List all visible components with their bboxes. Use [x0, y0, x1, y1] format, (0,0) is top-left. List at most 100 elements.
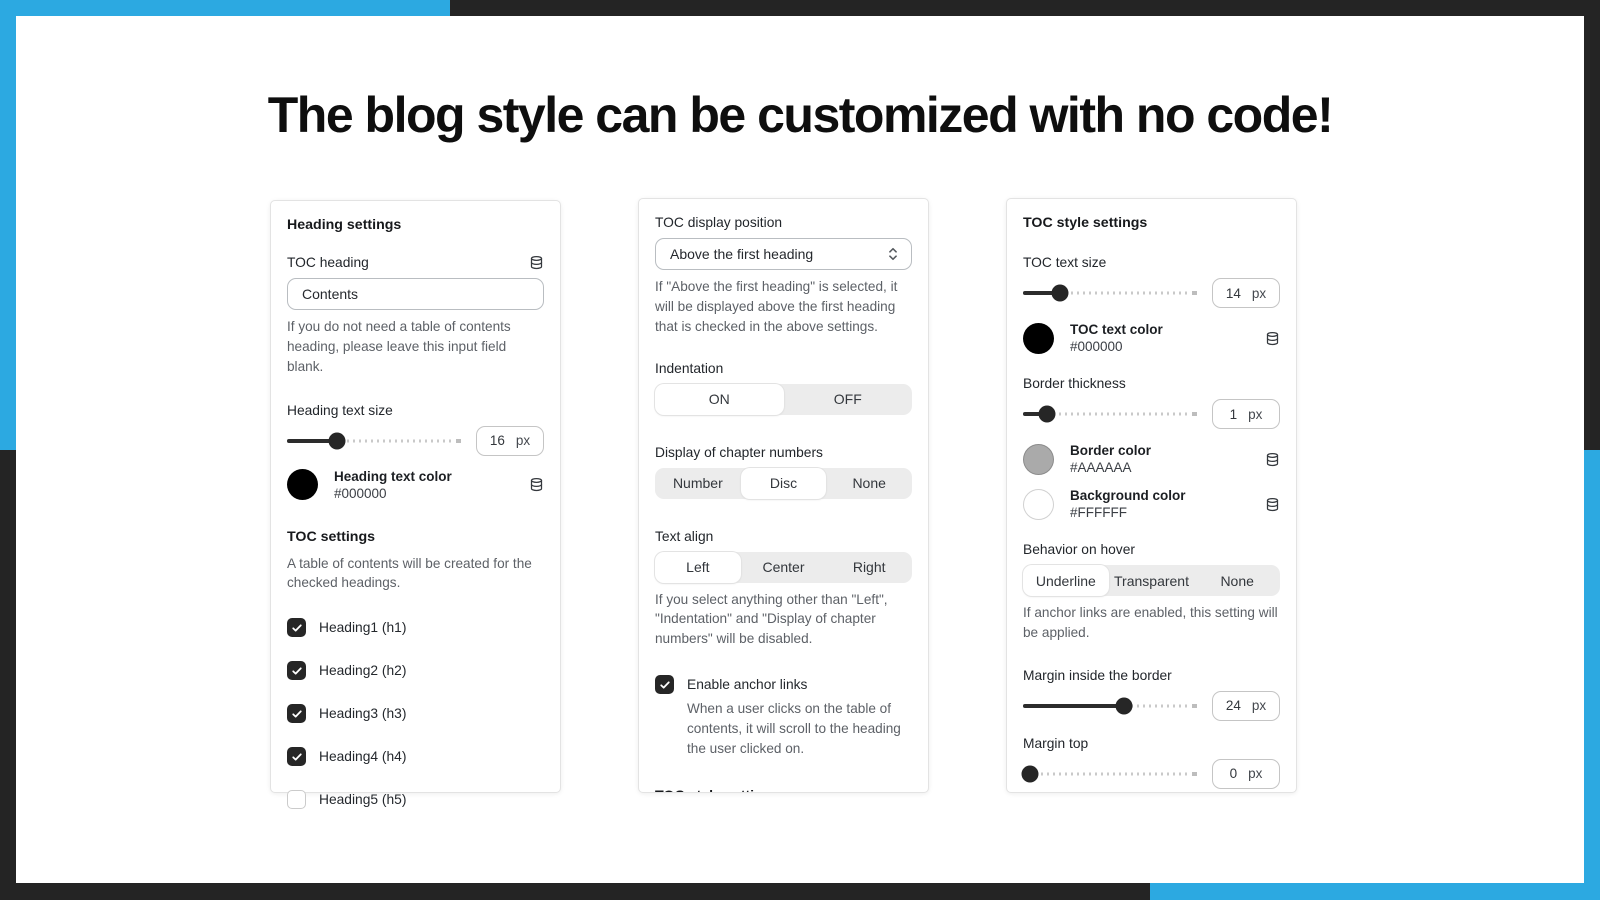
- indentation-label: Indentation: [655, 360, 724, 376]
- toc-style-card: TOC style settings TOC text size 14 px T…: [1006, 198, 1297, 793]
- frame-band-bottom-blue: [1150, 883, 1600, 900]
- segment-on[interactable]: ON: [655, 383, 784, 415]
- segment-underline[interactable]: Underline: [1023, 565, 1109, 596]
- heading-text-size-slider[interactable]: [287, 426, 461, 456]
- heading5-checkbox-row[interactable]: Heading5 (h5): [287, 790, 544, 810]
- checkbox[interactable]: [287, 747, 306, 767]
- toc-heading-help: If you do not need a table of contents h…: [287, 319, 511, 374]
- border-thickness-label: Border thickness: [1023, 376, 1126, 391]
- slider-thumb[interactable]: [1115, 697, 1133, 715]
- segment-none[interactable]: None: [1194, 565, 1280, 596]
- database-icon[interactable]: [529, 477, 544, 492]
- heading4-checkbox-row[interactable]: Heading4 (h4): [287, 747, 544, 767]
- border-color-label: Border color: [1070, 443, 1152, 458]
- toc-text-color-label: TOC text color: [1070, 322, 1163, 337]
- heading2-checkbox-row[interactable]: Heading2 (h2): [287, 661, 544, 681]
- toc-text-size-value[interactable]: 14 px: [1212, 278, 1280, 308]
- database-icon[interactable]: [529, 255, 544, 270]
- checkbox-label: Heading4 (h4): [319, 749, 407, 765]
- anchor-links-checkbox-row[interactable]: Enable anchor links: [655, 675, 912, 695]
- chevron-up-down-icon: [889, 247, 897, 261]
- slider-thumb[interactable]: [1038, 405, 1056, 423]
- margin-top-slider[interactable]: [1021, 759, 1197, 789]
- page-title: The blog style can be customized with no…: [267, 87, 1334, 143]
- text-align-toggle: Left Center Right: [655, 551, 912, 583]
- border-thickness-slider[interactable]: [1023, 399, 1197, 429]
- section-title-toc-style: TOC style settings: [655, 788, 912, 792]
- segment-center[interactable]: Center: [741, 552, 827, 583]
- checkbox-label: Heading3 (h3): [319, 706, 407, 722]
- heading1-checkbox-row[interactable]: Heading1 (h1): [287, 618, 544, 638]
- checkbox-label: Heading5 (h5): [319, 792, 407, 808]
- database-icon[interactable]: [1265, 331, 1280, 346]
- checkbox-label: Enable anchor links: [687, 677, 808, 693]
- segment-right[interactable]: Right: [826, 552, 912, 583]
- toc-display-card: TOC display position Above the first hea…: [638, 198, 929, 793]
- slider-thumb[interactable]: [1051, 284, 1069, 302]
- heading-text-color-swatch[interactable]: [287, 469, 318, 501]
- checkbox-label: Heading1 (h1): [319, 620, 407, 636]
- segment-transparent[interactable]: Transparent: [1109, 565, 1195, 596]
- background-color-swatch[interactable]: [1023, 488, 1054, 520]
- background-color-label: Background color: [1070, 488, 1186, 503]
- check-icon: [291, 667, 302, 675]
- toc-text-size-slider[interactable]: [1023, 278, 1197, 308]
- size-unit: px: [515, 433, 531, 449]
- margin-inside-value[interactable]: 24 px: [1212, 690, 1280, 721]
- checkbox[interactable]: [287, 704, 306, 724]
- toc-display-position-select[interactable]: Above the first heading: [655, 238, 912, 270]
- hover-toggle: Underline Transparent None: [1023, 565, 1280, 596]
- segment-off[interactable]: OFF: [784, 384, 913, 415]
- toc-text-size-label: TOC text size: [1023, 255, 1107, 270]
- size-unit: px: [1248, 406, 1263, 422]
- select-value: Above the first heading: [670, 246, 814, 262]
- toc-display-position-help: If "Above the first heading" is selected…: [655, 279, 898, 334]
- slider-thumb[interactable]: [1021, 765, 1039, 783]
- anchor-links-help: When a user clicks on the table of conte…: [687, 701, 901, 756]
- heading-text-color-label: Heading text color: [334, 468, 452, 484]
- frame-band-left-blue: [0, 0, 16, 450]
- toc-text-color-hex: #000000: [1070, 339, 1123, 354]
- margin-top-value[interactable]: 0 px: [1212, 758, 1280, 789]
- section-title-toc-style-settings: TOC style settings: [1023, 215, 1148, 231]
- heading-text-size-value[interactable]: 16 px: [476, 425, 544, 456]
- segment-left[interactable]: Left: [655, 551, 741, 583]
- toc-heading-label: TOC heading: [287, 255, 369, 270]
- section-title-heading-settings: Heading settings: [287, 217, 402, 233]
- checkbox-label: Heading2 (h2): [319, 663, 407, 679]
- slider-track: [1023, 772, 1191, 776]
- checkbox[interactable]: [287, 618, 306, 638]
- checkbox[interactable]: [287, 661, 306, 681]
- database-icon[interactable]: [1265, 452, 1280, 467]
- toc-heading-input[interactable]: [287, 278, 544, 310]
- database-icon[interactable]: [1265, 497, 1280, 512]
- segment-disc[interactable]: Disc: [740, 467, 827, 499]
- indentation-toggle: ON OFF: [655, 383, 913, 415]
- chapter-numbers-toggle: Number Disc None: [655, 467, 912, 499]
- text-align-help: If you select anything other than "Left"…: [655, 591, 888, 647]
- border-color-swatch[interactable]: [1023, 443, 1054, 475]
- checkbox[interactable]: [287, 790, 306, 810]
- toc-text-color-swatch[interactable]: [1023, 322, 1054, 354]
- check-icon: [291, 710, 302, 718]
- settings-cards: Heading settings TOC heading If you do n…: [270, 198, 1297, 810]
- frame-band-left-dark: [0, 450, 16, 900]
- size-value: 1: [1229, 406, 1238, 422]
- behavior-on-hover-label: Behavior on hover: [1023, 542, 1135, 557]
- segment-none[interactable]: None: [826, 468, 912, 499]
- text-align-label: Text align: [655, 528, 714, 544]
- border-thickness-value[interactable]: 1 px: [1212, 399, 1280, 429]
- frame-band-bottom-dark: [0, 883, 1150, 900]
- slider-thumb[interactable]: [328, 432, 346, 450]
- margin-inside-slider[interactable]: [1023, 691, 1197, 721]
- size-value: 0: [1229, 766, 1238, 782]
- heading3-checkbox-row[interactable]: Heading3 (h3): [287, 704, 544, 724]
- frame-band-top-dark: [450, 0, 1600, 16]
- heading-text-color-hex: #000000: [334, 485, 387, 501]
- size-value: 16: [489, 433, 505, 449]
- segment-number[interactable]: Number: [655, 468, 741, 499]
- size-unit: px: [1251, 285, 1267, 301]
- section-title-toc-settings: TOC settings: [287, 528, 376, 545]
- checkbox[interactable]: [655, 675, 674, 695]
- toc-settings-help: A table of contents will be created for …: [287, 555, 532, 591]
